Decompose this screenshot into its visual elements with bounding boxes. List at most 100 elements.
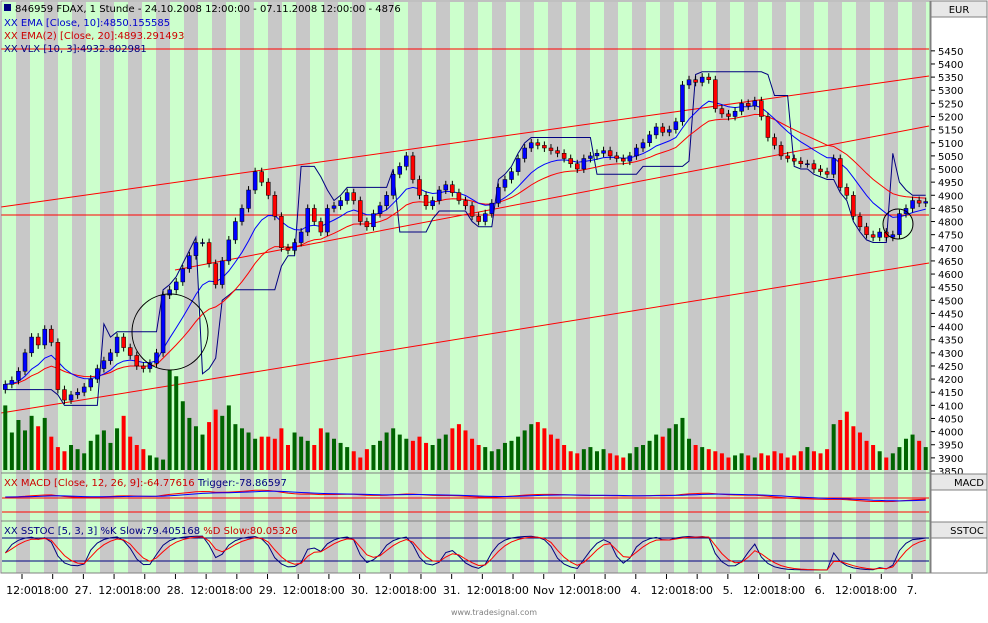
candle-body	[252, 171, 258, 191]
volume-bar	[450, 428, 455, 470]
candle-body	[528, 142, 534, 149]
candle-body	[423, 195, 429, 207]
volume-bar	[851, 426, 856, 470]
volume-bar	[443, 434, 448, 470]
candle-body	[351, 192, 356, 201]
band-green	[814, 2, 828, 573]
volume-bar	[29, 415, 34, 470]
candle-body	[292, 242, 297, 251]
volume-bar	[667, 428, 672, 470]
candle-body	[732, 110, 738, 117]
tradesignal-chart: EUR 385039003950400040504100415042004250…	[0, 0, 988, 617]
watermark: www.tradesignal.com	[451, 608, 537, 617]
volume-bar	[562, 445, 567, 470]
volume-bar	[391, 428, 396, 470]
volume-bar	[200, 434, 205, 470]
candle-body	[42, 328, 47, 346]
band-green	[618, 2, 632, 573]
candle-body	[857, 216, 863, 228]
volume-bar	[733, 455, 738, 470]
band-green	[590, 2, 604, 573]
volume-bar	[424, 442, 429, 470]
candle-body	[81, 386, 87, 393]
candle-body	[561, 153, 567, 159]
volume-bar	[378, 440, 383, 470]
candle-body	[430, 200, 435, 207]
candle-body	[509, 171, 514, 180]
candle-body	[555, 150, 560, 154]
candle-body	[62, 389, 67, 401]
candle-body	[358, 200, 363, 222]
chart-root: EUR 3850 3900 3950 4000 4050 4100 4150 4200 4250…	[0, 0, 988, 619]
volume-bar	[877, 451, 882, 470]
volume-bar	[49, 436, 54, 470]
y-tick-label: 4850	[938, 204, 963, 215]
candle-body	[910, 200, 915, 209]
volume-bar	[305, 440, 310, 470]
volume-bar	[174, 376, 179, 470]
candle-body	[285, 247, 291, 251]
sstoc-d-label: %D Slow:80.05326	[200, 526, 298, 537]
band-green	[450, 2, 464, 573]
candle-body	[377, 205, 383, 214]
candle-body	[49, 328, 54, 343]
candle-body	[581, 158, 587, 170]
candle-body	[127, 347, 133, 356]
candle-body	[371, 213, 376, 228]
x-tick-label: 12:00	[374, 584, 406, 597]
volume-bar	[115, 428, 120, 470]
y-tick-label: 4550	[938, 283, 963, 294]
volume-bar	[239, 428, 244, 470]
volume-bar	[713, 451, 718, 470]
candle-body	[739, 103, 744, 112]
candle-body	[88, 378, 94, 388]
volume-bar	[345, 447, 350, 470]
candle-body	[713, 79, 718, 109]
x-tick-label: Nov	[533, 584, 555, 597]
volume-bar	[903, 438, 908, 470]
candle-body	[404, 155, 409, 167]
candle-body	[279, 216, 284, 249]
volume-bar	[792, 455, 797, 470]
volume-bar	[535, 422, 540, 470]
band-gray	[856, 2, 870, 573]
band-gray	[520, 2, 534, 573]
volume-bar	[529, 424, 534, 470]
volume-bar	[581, 449, 586, 470]
volume-bar	[332, 438, 337, 470]
candle-body	[180, 268, 186, 283]
y-tick-label: 4100	[938, 401, 963, 412]
band-gray	[604, 2, 618, 573]
x-tick-label: 18:00	[497, 584, 529, 597]
volume-bar	[259, 436, 264, 470]
y-tick-label: 5250	[938, 99, 963, 110]
candle-body	[259, 171, 264, 183]
volume-bar	[687, 438, 692, 470]
y-tick-label: 4050	[938, 414, 963, 425]
candle-body	[141, 365, 146, 369]
x-tick-label: 18:00	[37, 584, 69, 597]
volume-bar	[141, 449, 146, 470]
band-green	[730, 2, 744, 573]
candle-body	[410, 155, 416, 180]
volume-bar	[627, 453, 632, 470]
macd-main-label: XX MACD [Close, 12, 26, 9]:-64.77616	[4, 478, 195, 489]
volume-bar	[213, 409, 218, 470]
band-gray	[296, 2, 310, 573]
band-green	[310, 2, 324, 573]
candle-body	[482, 213, 488, 222]
volume-bar	[167, 370, 172, 470]
band-green	[506, 2, 520, 573]
candle-body	[844, 187, 850, 196]
volume-bar	[641, 445, 646, 470]
candle-body	[706, 76, 712, 80]
candle-body	[588, 155, 593, 159]
candle-body	[108, 352, 113, 361]
volume-bar	[680, 417, 685, 470]
candle-body	[870, 234, 876, 238]
candle-body	[824, 171, 830, 175]
volume-bar	[266, 436, 271, 470]
y-tick-label: 4350	[938, 336, 963, 347]
x-tick-label: 7.	[907, 584, 918, 597]
volume-bar	[746, 455, 751, 470]
